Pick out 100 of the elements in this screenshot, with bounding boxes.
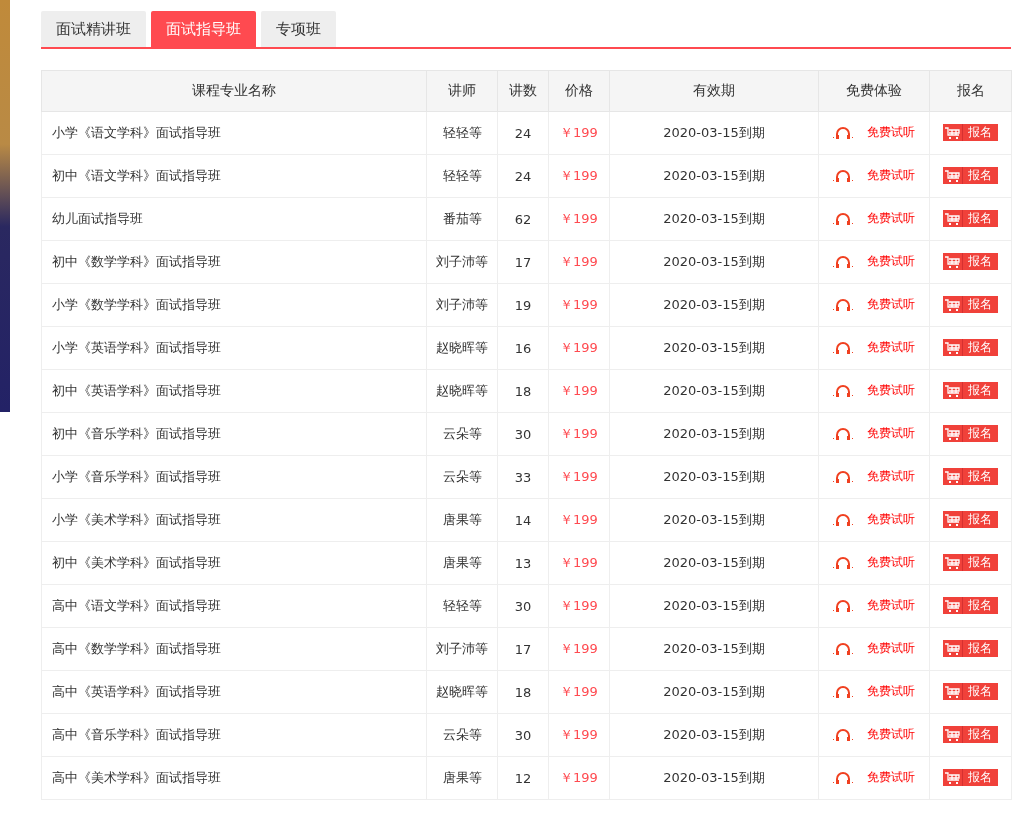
signup-button[interactable]: 报名: [943, 683, 998, 701]
lecture-count-cell: 19: [497, 283, 549, 327]
cart-icon: [945, 685, 960, 698]
price-cell: ￥199: [548, 240, 610, 284]
cart-icon: [945, 427, 960, 440]
signup-button[interactable]: 报名: [943, 468, 998, 486]
free-trial-header: 免费体验: [818, 70, 930, 112]
signup-button[interactable]: 报名: [943, 554, 998, 572]
validity-header: 有效期: [609, 70, 819, 112]
course-name-cell: 初中《美术学科》面试指导班: [41, 541, 427, 585]
teacher-cell: 番茄等: [426, 197, 498, 241]
teacher-cell: 赵晓晖等: [426, 326, 498, 370]
lecture-count-cell: 30: [497, 584, 549, 628]
course-tab[interactable]: 面试指导班: [151, 11, 256, 47]
validity-cell: 2020-03-15到期: [609, 713, 819, 757]
course-name-cell: 小学《数学学科》面试指导班: [41, 283, 427, 327]
cart-icon: [945, 470, 960, 483]
cart-icon: [945, 298, 960, 311]
validity-cell: 2020-03-15到期: [609, 326, 819, 370]
teacher-cell: 轻轻等: [426, 584, 498, 628]
headphones-icon: [833, 126, 853, 139]
validity-cell: 2020-03-15到期: [609, 369, 819, 413]
teacher-cell: 赵晓晖等: [426, 670, 498, 714]
price-cell: ￥199: [548, 111, 610, 155]
signup-button[interactable]: 报名: [943, 210, 998, 228]
signup-button[interactable]: 报名: [943, 253, 998, 271]
lecture-count-cell: 30: [497, 412, 549, 456]
lecture-count-cell: 13: [497, 541, 549, 585]
lecture-count-cell: 12: [497, 756, 549, 800]
teacher-cell: 云朵等: [426, 455, 498, 499]
teacher-header: 讲师: [426, 70, 498, 112]
price-cell: ￥199: [548, 541, 610, 585]
course-name-header: 课程专业名称: [41, 70, 427, 112]
course-name-cell: 高中《数学学科》面试指导班: [41, 627, 427, 671]
signup-button[interactable]: 报名: [943, 640, 998, 658]
headphones-icon: [833, 556, 853, 569]
course-name-cell: 初中《英语学科》面试指导班: [41, 369, 427, 413]
price-cell: ￥199: [548, 197, 610, 241]
price-cell: ￥199: [548, 412, 610, 456]
teacher-cell: 唐果等: [426, 541, 498, 585]
signup-button[interactable]: 报名: [943, 769, 998, 787]
validity-cell: 2020-03-15到期: [609, 412, 819, 456]
lecture-count-cell: 30: [497, 713, 549, 757]
price-cell: ￥199: [548, 756, 610, 800]
lecture-count-cell: 17: [497, 627, 549, 671]
price-cell: ￥199: [548, 326, 610, 370]
course-name-cell: 高中《美术学科》面试指导班: [41, 756, 427, 800]
course-name-cell: 高中《音乐学科》面试指导班: [41, 713, 427, 757]
cart-icon: [945, 341, 960, 354]
price-cell: ￥199: [548, 627, 610, 671]
signup-button[interactable]: 报名: [943, 597, 998, 615]
signup-button[interactable]: 报名: [943, 339, 998, 357]
cart-icon: [945, 513, 960, 526]
teacher-cell: 云朵等: [426, 412, 498, 456]
signup-button[interactable]: 报名: [943, 726, 998, 744]
course-name-cell: 初中《数学学科》面试指导班: [41, 240, 427, 284]
signup-button[interactable]: 报名: [943, 425, 998, 443]
lecture-count-cell: 17: [497, 240, 549, 284]
validity-cell: 2020-03-15到期: [609, 627, 819, 671]
cart-icon: [945, 169, 960, 182]
headphones-icon: [833, 298, 853, 311]
price-cell: ￥199: [548, 369, 610, 413]
signup-button[interactable]: 报名: [943, 382, 998, 400]
cart-icon: [945, 126, 960, 139]
course-name-cell: 高中《英语学科》面试指导班: [41, 670, 427, 714]
course-tab[interactable]: 面试精讲班: [41, 11, 146, 47]
lecture-count-header: 讲数: [497, 70, 549, 112]
validity-cell: 2020-03-15到期: [609, 197, 819, 241]
headphones-icon: [833, 728, 853, 741]
course-name-cell: 初中《语文学科》面试指导班: [41, 154, 427, 198]
cart-icon: [945, 642, 960, 655]
course-tab[interactable]: 专项班: [261, 11, 336, 47]
lecture-count-cell: 16: [497, 326, 549, 370]
course-name-cell: 幼儿面试指导班: [41, 197, 427, 241]
price-cell: ￥199: [548, 713, 610, 757]
headphones-icon: [833, 470, 853, 483]
price-cell: ￥199: [548, 584, 610, 628]
price-cell: ￥199: [548, 498, 610, 542]
teacher-cell: 刘子沛等: [426, 627, 498, 671]
signup-button[interactable]: 报名: [943, 511, 998, 529]
headphones-icon: [833, 341, 853, 354]
signup-button[interactable]: 报名: [943, 124, 998, 142]
signup-button[interactable]: 报名: [943, 167, 998, 185]
validity-cell: 2020-03-15到期: [609, 541, 819, 585]
teacher-cell: 唐果等: [426, 498, 498, 542]
course-name-cell: 小学《语文学科》面试指导班: [41, 111, 427, 155]
signup-button[interactable]: 报名: [943, 296, 998, 314]
headphones-icon: [833, 599, 853, 612]
course-name-cell: 小学《美术学科》面试指导班: [41, 498, 427, 542]
cart-icon: [945, 599, 960, 612]
headphones-icon: [833, 642, 853, 655]
course-name-cell: 小学《英语学科》面试指导班: [41, 326, 427, 370]
cart-icon: [945, 384, 960, 397]
cart-icon: [945, 728, 960, 741]
course-name-cell: 小学《音乐学科》面试指导班: [41, 455, 427, 499]
validity-cell: 2020-03-15到期: [609, 756, 819, 800]
validity-cell: 2020-03-15到期: [609, 584, 819, 628]
signup-header: 报名: [929, 70, 1012, 112]
cart-icon: [945, 255, 960, 268]
headphones-icon: [833, 255, 853, 268]
